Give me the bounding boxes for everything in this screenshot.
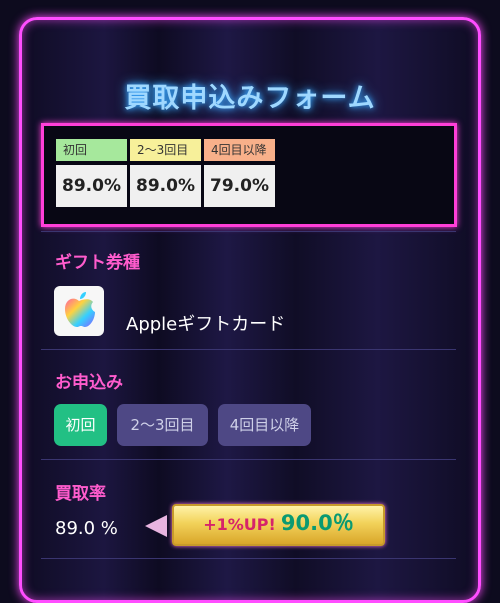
rate-col-first: 初回 89.0% [56,139,127,207]
rate-up-label: +1%UP! [203,515,276,534]
option-first-time-button[interactable]: 初回 [54,404,107,446]
gift-name: Appleギフトカード [126,314,286,335]
rate-value-fourth: 79.0% [204,165,275,207]
rate-up-value: 90.0％ [280,511,354,535]
rate-col-second: 2〜3回目 89.0% [130,139,201,207]
rate-value-first: 89.0% [56,165,127,207]
application-label: お申込み [55,373,123,393]
purchase-rate-label: 買取率 [55,484,106,504]
rate-label-fourth: 4回目以降 [204,139,275,161]
arrow-left-icon [145,515,167,537]
option-second-third-button[interactable]: 2〜3回目 [117,404,208,446]
rate-up-badge: +1%UP! 90.0％ [172,504,385,546]
form-title: 買取申込みフォーム [124,83,376,114]
divider [41,349,456,350]
rate-value-second: 89.0% [130,165,201,207]
rate-label-first: 初回 [56,139,127,161]
option-fourth-plus-button[interactable]: 4回目以降 [218,404,311,446]
divider [41,558,456,559]
purchase-rate-value: 89.0 % [55,518,118,539]
rate-label-second: 2〜3回目 [130,139,201,161]
rate-col-fourth: 4回目以降 79.0% [204,139,275,207]
gift-type-label: ギフト券種 [55,253,140,273]
apple-gift-card-icon [54,286,104,336]
divider [41,459,456,460]
divider [41,231,456,232]
rate-table: 初回 89.0% 2〜3回目 89.0% 4回目以降 79.0% [41,123,457,227]
